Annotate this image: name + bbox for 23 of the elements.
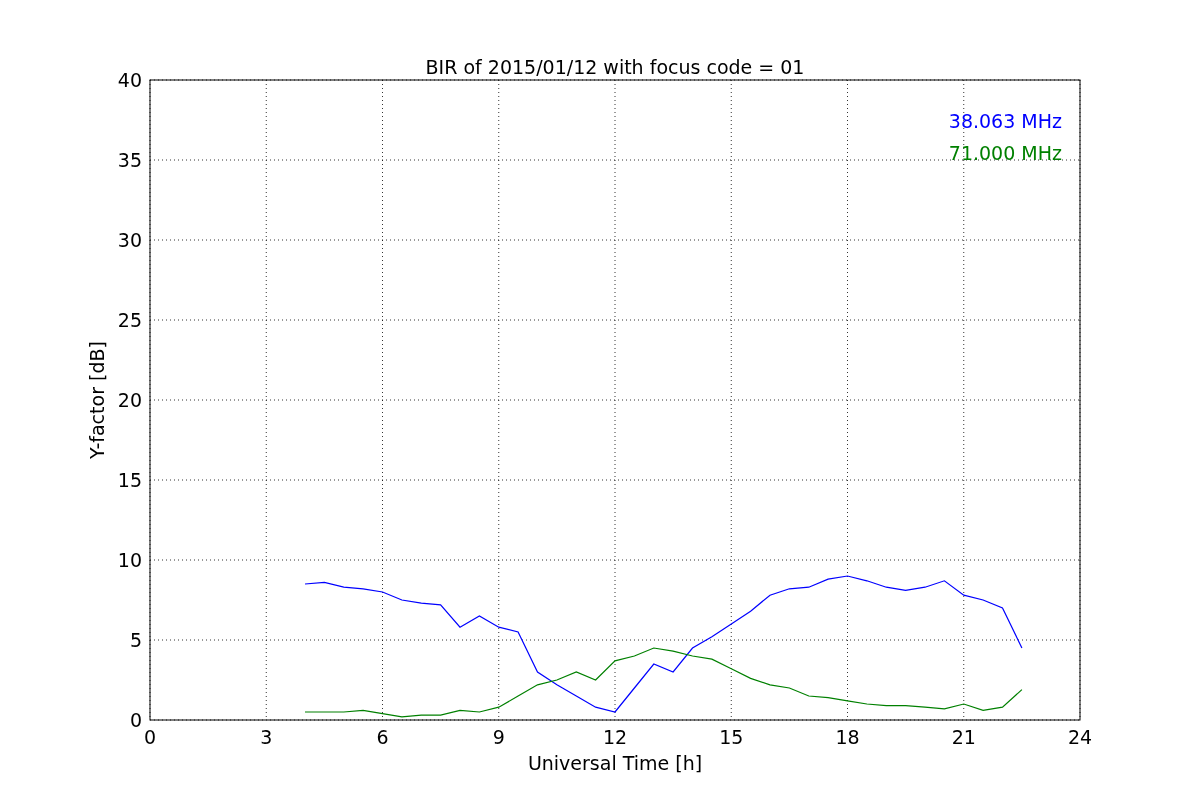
x-tick-label: 15 <box>719 726 744 748</box>
y-tick-label: 20 <box>117 389 142 411</box>
y-tick-label: 30 <box>117 229 142 251</box>
y-tick-label: 15 <box>117 469 142 491</box>
y-tick-label: 35 <box>117 149 142 171</box>
y-tick-label: 10 <box>117 549 142 571</box>
y-tick-label: 25 <box>117 309 142 331</box>
legend-label: 38.063 MHz <box>948 110 1062 132</box>
x-tick-label: 24 <box>1067 726 1093 748</box>
chart-title: BIR of 2015/01/12 with focus code = 01 <box>425 56 805 78</box>
x-tick-label: 18 <box>835 726 860 748</box>
x-axis-label: Universal Time [h] <box>527 752 703 774</box>
y-tick-label: 0 <box>129 709 142 731</box>
y-tick-label: 5 <box>129 629 142 651</box>
x-tick-label: 3 <box>260 726 273 748</box>
y-tick-label: 40 <box>117 69 142 91</box>
x-tick-label: 6 <box>376 726 389 748</box>
x-tick-label: 21 <box>951 726 976 748</box>
x-tick-label: 9 <box>492 726 505 748</box>
legend-label: 71.000 MHz <box>948 142 1062 164</box>
x-tick-label: 12 <box>602 726 628 748</box>
x-tick-label: 0 <box>143 726 157 748</box>
y-axis-label: Y-factor [dB] <box>86 341 108 459</box>
